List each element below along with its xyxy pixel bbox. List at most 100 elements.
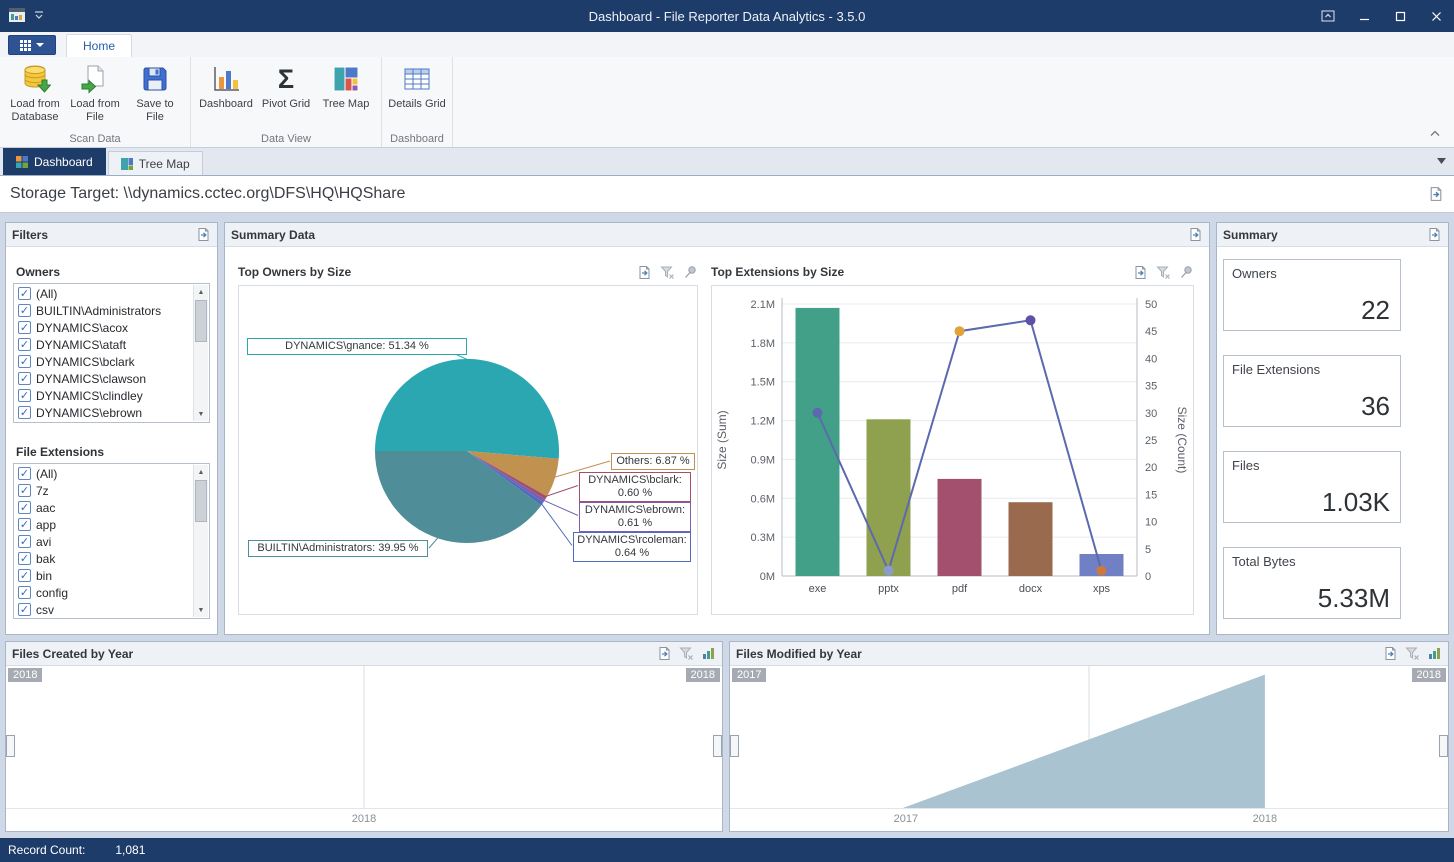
- ribbon-group-label: Dashboard: [382, 133, 452, 145]
- owner-list-item[interactable]: DYNAMICS\ataft: [15, 336, 193, 353]
- tab-home[interactable]: Home: [66, 34, 132, 57]
- extension-list-item[interactable]: 7z: [15, 482, 193, 499]
- ribbon-tab-strip: Home: [0, 32, 1454, 57]
- checkbox-checked-icon[interactable]: [18, 355, 31, 368]
- bar-docx[interactable]: [1009, 502, 1053, 576]
- tab-dashboard[interactable]: Dashboard: [3, 148, 106, 175]
- owner-list-item[interactable]: DYNAMICS\acox: [15, 319, 193, 336]
- maximize-button[interactable]: [1382, 0, 1418, 32]
- scroll-up-button[interactable]: [194, 465, 208, 479]
- chart-type-button[interactable]: [1426, 646, 1442, 662]
- checkbox-checked-icon[interactable]: [18, 287, 31, 300]
- close-button[interactable]: [1418, 0, 1454, 32]
- extension-list-item[interactable]: (All): [15, 465, 193, 482]
- export-button[interactable]: [1382, 646, 1398, 662]
- owner-list-item[interactable]: DYNAMICS\bclark: [15, 353, 193, 370]
- export-button[interactable]: [636, 264, 652, 280]
- tree-map-view-button[interactable]: Tree Map: [317, 60, 375, 111]
- line-marker[interactable]: [1097, 566, 1107, 576]
- line-marker[interactable]: [955, 326, 965, 336]
- svg-text:10: 10: [1145, 517, 1157, 529]
- range-handle-right[interactable]: [713, 735, 722, 757]
- owner-list-item[interactable]: DYNAMICS\clindley: [15, 387, 193, 404]
- chart-type-button[interactable]: [700, 646, 716, 662]
- bar-pptx[interactable]: [867, 419, 911, 576]
- svg-text:25: 25: [1145, 435, 1157, 447]
- owner-list-item[interactable]: (All): [15, 285, 193, 302]
- load-from-database-button[interactable]: Load from Database: [6, 60, 64, 124]
- line-marker[interactable]: [813, 408, 823, 418]
- svg-text:2.1M: 2.1M: [751, 299, 775, 311]
- checkbox-checked-icon[interactable]: [18, 467, 31, 480]
- owner-list-item[interactable]: BUILTIN\Administrators: [15, 302, 193, 319]
- collapse-ribbon-button[interactable]: [1426, 125, 1444, 141]
- range-handle-left[interactable]: [6, 735, 15, 757]
- tab-list-dropdown[interactable]: [1437, 153, 1446, 167]
- bar-pdf[interactable]: [938, 479, 982, 576]
- export-icon: [196, 227, 211, 242]
- checkbox-checked-icon[interactable]: [18, 304, 31, 317]
- checkbox-checked-icon[interactable]: [18, 406, 31, 419]
- export-button[interactable]: [1428, 186, 1444, 202]
- scroll-down-button[interactable]: [194, 407, 208, 421]
- checkbox-checked-icon[interactable]: [18, 372, 31, 385]
- bar-exe[interactable]: [796, 308, 840, 576]
- tab-tree-map[interactable]: Tree Map: [108, 151, 203, 175]
- pivot-grid-button[interactable]: Σ Pivot Grid: [257, 60, 315, 111]
- save-to-file-button[interactable]: Save to File: [126, 60, 184, 124]
- owners-scrollbar[interactable]: [193, 285, 208, 421]
- load-from-file-button[interactable]: Load from File: [66, 60, 124, 124]
- owner-list-item[interactable]: DYNAMICS\ebrown: [15, 404, 193, 421]
- checkbox-checked-icon[interactable]: [18, 338, 31, 351]
- dashboard-view-button[interactable]: Dashboard: [197, 60, 255, 111]
- checkbox-checked-icon[interactable]: [18, 321, 31, 334]
- minimize-button[interactable]: [1346, 0, 1382, 32]
- export-button[interactable]: [195, 227, 211, 243]
- checkbox-checked-icon[interactable]: [18, 552, 31, 565]
- application-menu-button[interactable]: [8, 35, 56, 55]
- range-end-badge: 2018: [1412, 668, 1446, 682]
- pie-slice[interactable]: [375, 359, 559, 459]
- checkbox-checked-icon[interactable]: [18, 389, 31, 402]
- checkbox-checked-icon[interactable]: [18, 569, 31, 582]
- checkbox-checked-icon[interactable]: [18, 518, 31, 531]
- checkbox-checked-icon[interactable]: [18, 586, 31, 599]
- export-button[interactable]: [1187, 227, 1203, 243]
- extension-list-item[interactable]: bin: [15, 567, 193, 584]
- extension-list-item[interactable]: csv: [15, 601, 193, 617]
- extension-list-item[interactable]: bak: [15, 550, 193, 567]
- ribbon-display-options-button[interactable]: [1310, 0, 1346, 32]
- minimize-icon: [1359, 11, 1370, 22]
- scroll-up-button[interactable]: [194, 285, 208, 299]
- range-handle-right[interactable]: [1439, 735, 1448, 757]
- extension-list-item[interactable]: app: [15, 516, 193, 533]
- clear-filter-icon: [1156, 265, 1171, 280]
- ribbon: Load from Database Load from File Save t…: [0, 57, 1454, 148]
- extension-list-item[interactable]: avi: [15, 533, 193, 550]
- range-handle-left[interactable]: [730, 735, 739, 757]
- document-tab-strip: Dashboard Tree Map: [0, 148, 1454, 176]
- export-button[interactable]: [656, 646, 672, 662]
- details-grid-button[interactable]: Details Grid: [388, 60, 446, 111]
- scrollbar-thumb[interactable]: [195, 480, 207, 522]
- files-modified-range-chart[interactable]: 2017 2018 20172018: [730, 666, 1448, 831]
- extension-list-item[interactable]: config: [15, 584, 193, 601]
- line-marker[interactable]: [1026, 315, 1036, 325]
- scroll-down-button[interactable]: [194, 603, 208, 617]
- files-created-range-chart[interactable]: 2018 2018 2018: [6, 666, 722, 831]
- scrollbar-thumb[interactable]: [195, 300, 207, 342]
- checkbox-checked-icon[interactable]: [18, 484, 31, 497]
- line-marker[interactable]: [884, 566, 894, 576]
- extension-list-item[interactable]: aac: [15, 499, 193, 516]
- owner-list-item[interactable]: DYNAMICS\clawson: [15, 370, 193, 387]
- export-button[interactable]: [1426, 227, 1442, 243]
- export-icon: [1427, 227, 1442, 242]
- quick-access-caret-icon[interactable]: [34, 9, 44, 23]
- checkbox-checked-icon[interactable]: [18, 501, 31, 514]
- files-modified-panel: Files Modified by Year: [729, 641, 1449, 832]
- checkbox-checked-icon[interactable]: [18, 603, 31, 616]
- export-button[interactable]: [1132, 264, 1148, 280]
- checkbox-checked-icon[interactable]: [18, 535, 31, 548]
- extensions-scrollbar[interactable]: [193, 465, 208, 617]
- summary-data-panel-title: Summary Data: [231, 228, 315, 242]
